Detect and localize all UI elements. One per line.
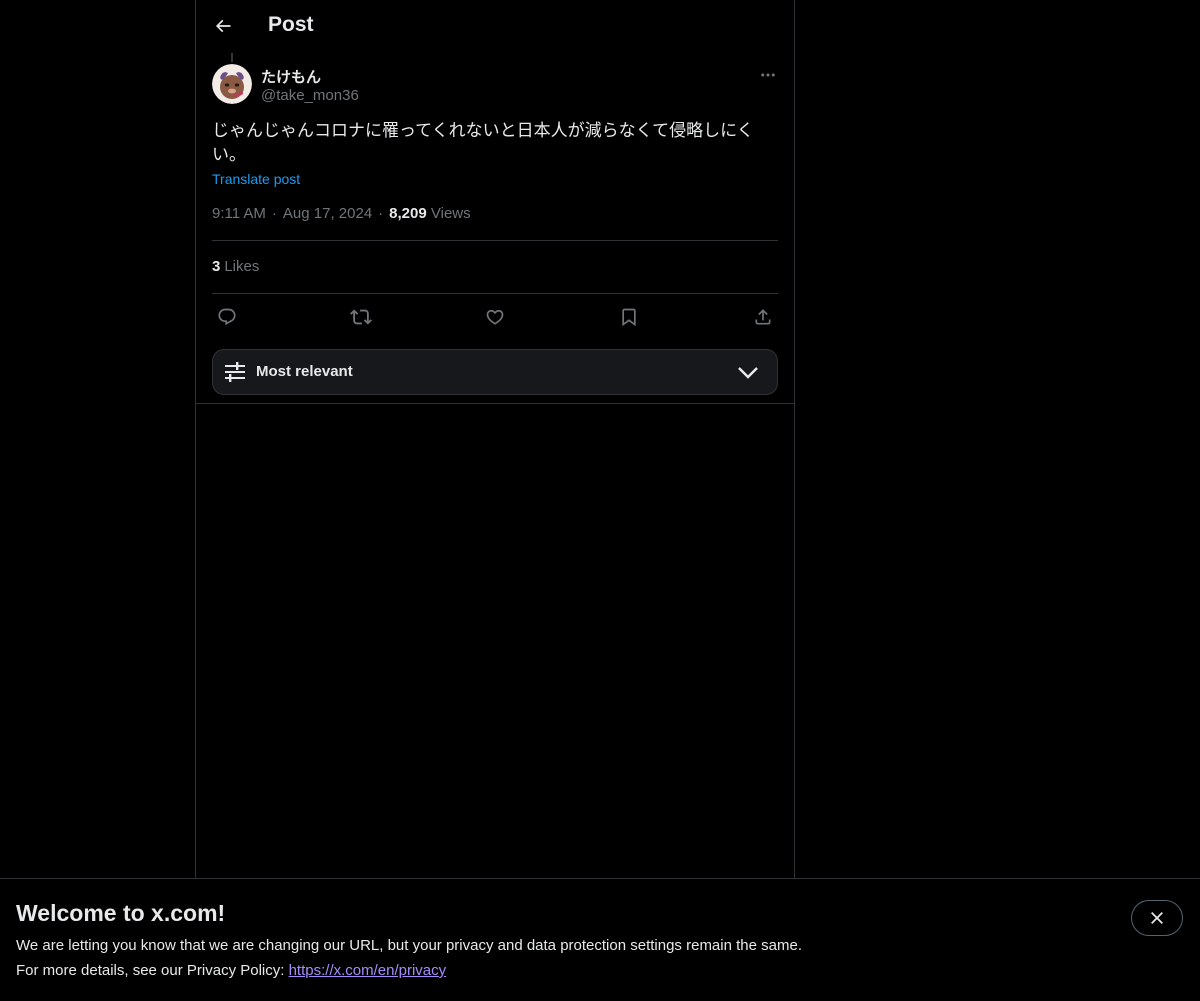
author-handle[interactable]: @take_mon36 [261,87,359,104]
likes-link[interactable]: 3 Likes [212,258,259,275]
divider [212,293,778,294]
views-label: Views [430,205,471,222]
repost-icon [350,309,372,325]
back-button[interactable] [208,11,238,41]
reply-icon [218,308,236,326]
reply-sort-dropdown[interactable]: Most relevant [212,349,778,395]
likes-label: Likes [224,258,260,275]
meta-separator: · [271,205,277,222]
thread-line [231,53,233,62]
action-bar [212,302,778,332]
post-text: じゃんじゃんコロナに罹ってくれないと日本人が減らなくて侵略しにくい。 [212,121,754,165]
more-options-button[interactable] [756,64,780,86]
banner-close-button[interactable] [1131,900,1183,936]
sort-label: Most relevant [256,363,353,380]
repost-button[interactable] [346,302,376,332]
post-date[interactable]: Aug 17, 2024 [283,205,372,222]
more-horizontal-icon [761,73,775,77]
avatar[interactable] [212,64,252,104]
translate-post-link[interactable]: Translate post [212,171,300,187]
banner-policy-line: For more details, see our Privacy Policy… [16,962,446,979]
divider [212,240,778,241]
bookmark-button[interactable] [614,302,644,332]
sliders-icon [225,362,245,382]
likes-count: 3 [212,258,221,275]
main-column: Post たけもん @take_mon36 じゃんじゃんコロナに罹ってくれないと… [195,0,795,878]
privacy-policy-link[interactable]: https://x.com/en/privacy [289,962,447,979]
url-change-banner: Welcome to x.com! We are letting you kno… [0,878,1200,1001]
arrow-left-icon [215,19,231,33]
page-title: Post [268,13,314,36]
banner-policy-prefix: For more details, see our Privacy Policy… [16,962,289,979]
like-button[interactable] [480,302,510,332]
views-count: 8,209 [389,205,427,222]
page-header: Post [196,0,794,53]
close-icon [1151,912,1163,924]
meta-separator: · [378,205,384,222]
share-icon [755,309,771,325]
post-time[interactable]: 9:11 AM [212,205,266,222]
banner-title: Welcome to x.com! [16,900,226,926]
avatar-image [212,64,252,104]
bookmark-icon [622,308,636,327]
banner-message: We are letting you know that we are chan… [16,937,802,954]
reply-button[interactable] [212,302,242,332]
heart-icon [486,309,504,325]
share-button[interactable] [748,302,778,332]
divider [196,403,794,404]
author-name[interactable]: たけもん [261,66,321,87]
chevron-down-icon [738,367,758,379]
post-meta: 9:11 AM · Aug 17, 2024 · 8,209 Views [212,205,471,222]
